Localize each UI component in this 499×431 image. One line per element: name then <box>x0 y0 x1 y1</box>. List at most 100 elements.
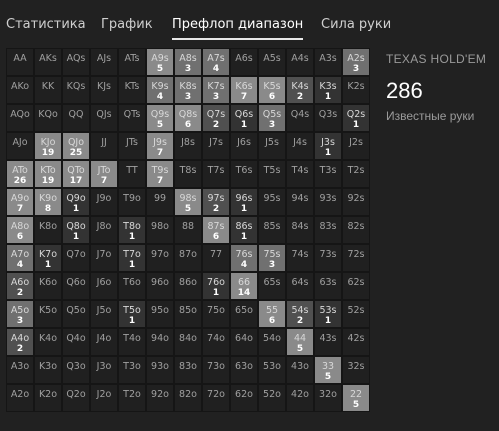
range-cell[interactable]: QJo 25 <box>62 132 90 160</box>
range-cell[interactable]: 93o <box>146 356 174 384</box>
range-cell[interactable]: 32o <box>314 384 342 412</box>
range-cell[interactable]: T6o <box>118 272 146 300</box>
tab-hand-strength[interactable]: Сила руки <box>321 17 391 32</box>
range-cell[interactable]: T9o <box>118 188 146 216</box>
range-cell[interactable]: T9s 7 <box>146 160 174 188</box>
range-cell[interactable]: 83o <box>174 356 202 384</box>
range-cell[interactable]: 44 5 <box>286 328 314 356</box>
range-cell[interactable]: 97o <box>146 244 174 272</box>
range-cell[interactable]: A7o 4 <box>6 244 34 272</box>
range-cell[interactable]: J3o <box>90 356 118 384</box>
range-cell[interactable]: 43o <box>286 356 314 384</box>
range-cell[interactable]: AKs <box>34 48 62 76</box>
range-cell[interactable]: 86s 1 <box>230 216 258 244</box>
range-cell[interactable]: T2s <box>342 160 370 188</box>
range-cell[interactable]: AKo <box>6 76 34 104</box>
range-cell[interactable]: T7o 1 <box>118 244 146 272</box>
range-cell[interactable]: K5o <box>34 300 62 328</box>
range-cell[interactable]: 52o <box>258 384 286 412</box>
range-cell[interactable]: 64o <box>230 328 258 356</box>
range-cell[interactable]: QQ <box>62 104 90 132</box>
range-cell[interactable]: 65o <box>230 300 258 328</box>
range-cell[interactable]: A4o 2 <box>6 328 34 356</box>
range-cell[interactable]: K6s 7 <box>230 76 258 104</box>
range-cell[interactable]: 84o <box>174 328 202 356</box>
range-cell[interactable]: 33 5 <box>314 356 342 384</box>
range-cell[interactable]: 87o <box>174 244 202 272</box>
range-cell[interactable]: 85o <box>174 300 202 328</box>
range-cell[interactable]: 64s <box>286 272 314 300</box>
range-cell[interactable]: AJo <box>6 132 34 160</box>
range-cell[interactable]: 62o <box>230 384 258 412</box>
range-cell[interactable]: K5s 6 <box>258 76 286 104</box>
range-cell[interactable]: 54o <box>258 328 286 356</box>
range-cell[interactable]: A2s 3 <box>342 48 370 76</box>
range-cell[interactable]: A6o 2 <box>6 272 34 300</box>
range-cell[interactable]: 73o <box>202 356 230 384</box>
range-cell[interactable]: Q2s 1 <box>342 104 370 132</box>
range-cell[interactable]: J9o <box>90 188 118 216</box>
range-cell[interactable]: Q5s 3 <box>258 104 286 132</box>
range-cell[interactable]: JTo 7 <box>90 160 118 188</box>
range-cell[interactable]: A3o <box>6 356 34 384</box>
range-cell[interactable]: KQo <box>34 104 62 132</box>
range-cell[interactable]: T5s <box>258 160 286 188</box>
range-cell[interactable]: A8s 3 <box>174 48 202 76</box>
range-cell[interactable]: 72s <box>342 244 370 272</box>
range-cell[interactable]: AA <box>6 48 34 76</box>
range-cell[interactable]: 76o 1 <box>202 272 230 300</box>
range-cell[interactable]: Q3o <box>62 356 90 384</box>
range-cell[interactable]: J7o <box>90 244 118 272</box>
range-cell[interactable]: T6s <box>230 160 258 188</box>
range-cell[interactable]: KTs <box>118 76 146 104</box>
range-cell[interactable]: Q8o 1 <box>62 216 90 244</box>
range-cell[interactable]: KQs <box>62 76 90 104</box>
range-cell[interactable]: 83s <box>314 216 342 244</box>
range-cell[interactable]: A2o <box>6 384 34 412</box>
range-cell[interactable]: QJs <box>90 104 118 132</box>
range-cell[interactable]: Q6s 1 <box>230 104 258 132</box>
range-cell[interactable]: 55 6 <box>258 300 286 328</box>
range-cell[interactable]: 84s <box>286 216 314 244</box>
range-cell[interactable]: J6s <box>230 132 258 160</box>
range-cell[interactable]: 82o <box>174 384 202 412</box>
range-cell[interactable]: 76s 4 <box>230 244 258 272</box>
range-cell[interactable]: 74s <box>286 244 314 272</box>
range-cell[interactable]: 66 14 <box>230 272 258 300</box>
range-cell[interactable]: AQs <box>62 48 90 76</box>
range-cell[interactable]: Q4s <box>286 104 314 132</box>
range-cell[interactable]: 77 <box>202 244 230 272</box>
range-cell[interactable]: T3o <box>118 356 146 384</box>
range-cell[interactable]: ATs <box>118 48 146 76</box>
tab-graph[interactable]: График <box>101 17 153 32</box>
range-cell[interactable]: 94s <box>286 188 314 216</box>
range-cell[interactable]: J5s <box>258 132 286 160</box>
range-cell[interactable]: Q5o <box>62 300 90 328</box>
range-cell[interactable]: T3s <box>314 160 342 188</box>
tab-preflop-range[interactable]: Префлоп диапазон <box>172 17 304 40</box>
range-cell[interactable]: A4s <box>286 48 314 76</box>
range-cell[interactable]: AQo <box>6 104 34 132</box>
range-cell[interactable]: AJs <box>90 48 118 76</box>
range-cell[interactable]: Q6o <box>62 272 90 300</box>
range-cell[interactable]: 96s 1 <box>230 188 258 216</box>
range-cell[interactable]: Q3s <box>314 104 342 132</box>
range-cell[interactable]: A9s 5 <box>146 48 174 76</box>
range-cell[interactable]: 82s <box>342 216 370 244</box>
range-cell[interactable]: QTs <box>118 104 146 132</box>
range-cell[interactable]: Q9o 1 <box>62 188 90 216</box>
range-cell[interactable]: J2o <box>90 384 118 412</box>
range-cell[interactable]: 98o <box>146 216 174 244</box>
range-cell[interactable]: Q7s 2 <box>202 104 230 132</box>
range-cell[interactable]: TT <box>118 160 146 188</box>
range-cell[interactable]: A9o 7 <box>6 188 34 216</box>
range-cell[interactable]: K2o <box>34 384 62 412</box>
range-cell[interactable]: 95o <box>146 300 174 328</box>
range-cell[interactable]: K3o <box>34 356 62 384</box>
range-cell[interactable]: J5o <box>90 300 118 328</box>
range-cell[interactable]: Q2o <box>62 384 90 412</box>
range-cell[interactable]: J4s <box>286 132 314 160</box>
range-cell[interactable]: ATo 26 <box>6 160 34 188</box>
range-cell[interactable]: J8o <box>90 216 118 244</box>
range-cell[interactable]: 32s <box>342 356 370 384</box>
